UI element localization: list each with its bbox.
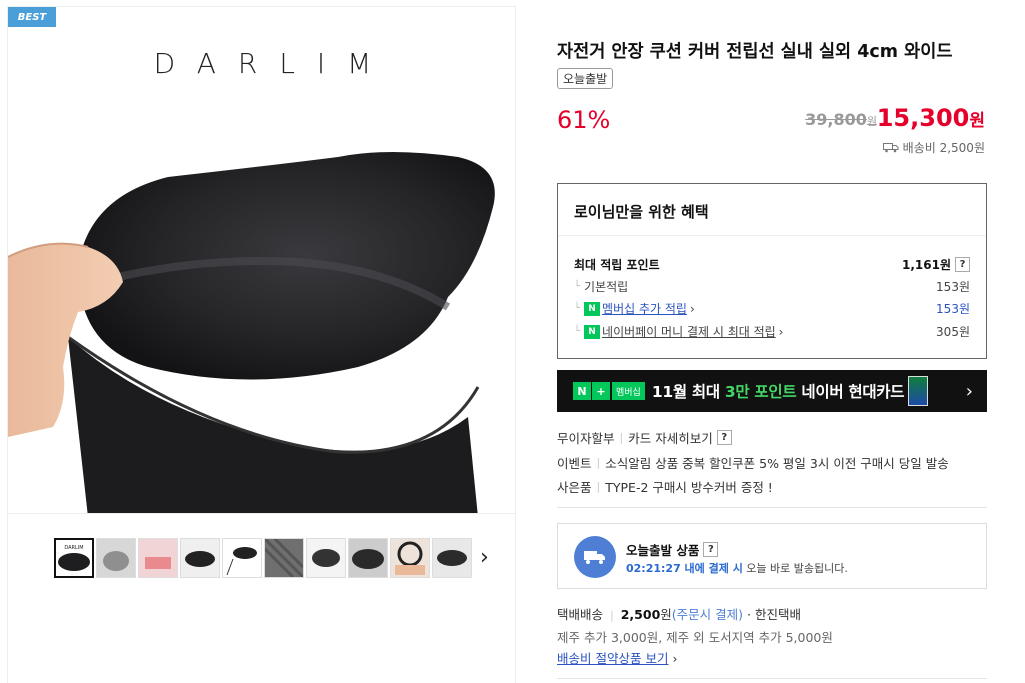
installment-row: 무이자할부 | 카드 자세히보기 ? xyxy=(557,428,732,447)
banner-text: 11월 최대 3만 포인트 네이버 현대카드 xyxy=(651,383,905,401)
plus-icon: + xyxy=(592,382,610,400)
membership-badge: 멤버십 xyxy=(612,382,645,400)
naver-plus-icon: N + xyxy=(584,301,601,328)
thumbnail-7[interactable] xyxy=(306,538,346,578)
delivery-method-row: 택배배송 | 2,500원(주문시 결제) · 한진택배 xyxy=(557,607,801,622)
chevron-right-icon[interactable]: › xyxy=(480,544,500,572)
today-ship-tag: 오늘출발 xyxy=(557,68,614,89)
npay-points-row: └ N 네이버페이 머니 결제 시 최대 적립 › 305원 xyxy=(574,323,970,340)
today-shipping-box: 오늘출발 상품 ? 02:21:27 내에 결제 시 오늘 바로 발송됩니다. xyxy=(557,523,987,589)
card-icon xyxy=(908,376,929,406)
naver-card-banner[interactable]: N + 멤버십 11월 최대 3만 포인트 네이버 현대카드 › xyxy=(557,370,987,412)
basic-points-row: └ 기본적립 153원 xyxy=(574,280,970,294)
thumbnail-1[interactable]: DARLIM xyxy=(54,538,94,578)
thumbnail-2[interactable] xyxy=(96,538,136,578)
membership-points-row: └ N + 멤버십 추가 적립 › 153원 xyxy=(574,300,970,328)
help-icon[interactable]: ? xyxy=(716,430,732,445)
today-shipping-title: 오늘출발 상품 ? xyxy=(626,540,719,559)
product-gallery: BEST DARLIM DARLIM › xyxy=(7,6,516,683)
truck-icon xyxy=(882,143,899,153)
event-row: 이벤트 | 소식알림 상품 중복 할인쿠폰 5% 평일 3시 이전 구매시 당일 … xyxy=(557,456,949,471)
divider xyxy=(557,678,987,679)
best-badge: BEST xyxy=(8,7,56,27)
today-shipping-sub: 02:21:27 내에 결제 시 오늘 바로 발송됩니다. xyxy=(626,562,848,575)
benefit-box: 로이님만을 위한 혜택 최대 적립 포인트 1,161원 ? └ 기본적립 15… xyxy=(557,183,987,359)
help-icon[interactable]: ? xyxy=(955,257,970,272)
thumbnail-8[interactable] xyxy=(348,538,388,578)
membership-link[interactable]: 멤버십 추가 적립 xyxy=(602,300,687,317)
main-product-image[interactable]: BEST DARLIM xyxy=(7,6,516,514)
thumbnail-4[interactable] xyxy=(180,538,220,578)
sale-price: 15,300원 xyxy=(876,104,985,132)
saddle-photo xyxy=(8,152,495,513)
save-shipping-link[interactable]: 배송비 절약상품 보기 › xyxy=(557,648,677,667)
thumbnail-5[interactable] xyxy=(222,538,262,578)
product-title: 자전거 안장 쿠션 커버 전립선 실내 실외 4cm 와이드 xyxy=(557,42,953,62)
discount-rate: 61% xyxy=(557,106,611,134)
gift-row: 사은품 | TYPE-2 구매시 방수커버 증정 ! xyxy=(557,480,773,495)
benefit-title: 로이님만을 위한 혜택 xyxy=(558,184,986,236)
chevron-right-icon: › xyxy=(965,380,973,402)
thumbnail-3[interactable] xyxy=(138,538,178,578)
help-icon[interactable]: ? xyxy=(703,542,719,557)
thumbnail-10[interactable] xyxy=(432,538,472,578)
original-price: 39,800원 xyxy=(805,110,877,129)
naver-n-icon: N xyxy=(573,382,591,400)
divider xyxy=(557,507,987,508)
delivery-extra: 제주 추가 3,000원, 제주 외 도서지역 추가 5,000원 xyxy=(557,630,833,645)
shipping-fee: 배송비 2,500원 xyxy=(882,139,985,156)
thumbnail-6[interactable] xyxy=(264,538,304,578)
naver-pay-icon: N xyxy=(584,324,601,339)
delivery-truck-icon xyxy=(574,536,616,578)
svg-text:DARLIM: DARLIM xyxy=(64,545,83,551)
thumbnail-9[interactable] xyxy=(390,538,430,578)
thumbnail-strip: DARLIM › xyxy=(7,514,516,683)
card-detail-link[interactable]: 카드 자세히보기 xyxy=(628,428,712,447)
max-points-row: 최대 적립 포인트 1,161원 ? xyxy=(574,256,970,273)
npay-link[interactable]: 네이버페이 머니 결제 시 최대 적립 xyxy=(602,323,776,340)
